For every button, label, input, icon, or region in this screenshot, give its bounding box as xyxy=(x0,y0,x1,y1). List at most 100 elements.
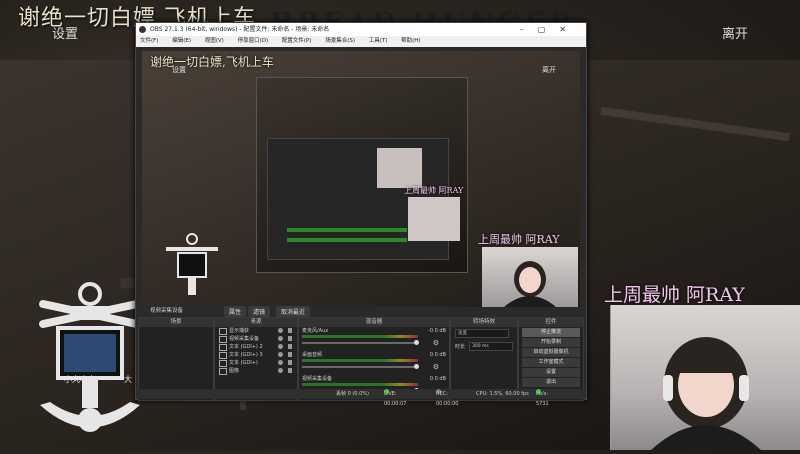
lock-icon[interactable] xyxy=(288,352,292,357)
transition-select[interactable]: 淡变 xyxy=(455,329,509,338)
source-item[interactable]: 文本 (GDI+) 3 xyxy=(215,351,297,359)
menu-docks[interactable]: 停靠窗口(D) xyxy=(238,38,269,44)
floor-grate xyxy=(600,106,790,142)
lock-icon[interactable] xyxy=(288,328,292,333)
mixer-channel-db: 0.0 dB xyxy=(429,352,446,358)
preview-leave-label: 离开 xyxy=(542,66,556,74)
volume-knob[interactable] xyxy=(414,364,419,369)
nested-obs-preview xyxy=(256,77,468,273)
mixer-channel-db: -0.0 dB xyxy=(428,328,446,334)
webcam-caption: 上周最帅 阿RAY xyxy=(604,284,745,306)
source-item-label: 文本 (GDI+) 2 xyxy=(229,344,263,350)
obs-app-icon xyxy=(139,26,146,33)
settings-menu-item[interactable]: 设置 xyxy=(52,23,78,42)
eye-icon[interactable] xyxy=(278,336,283,341)
properties-button[interactable]: 属性 xyxy=(224,306,247,317)
live-time: LIVE: 00:00:07 xyxy=(384,391,407,407)
cpu-status: CPU: 1.5%, 60.00 fps xyxy=(476,391,529,397)
lock-icon[interactable] xyxy=(288,344,292,349)
mixer-channel-name: 麦克风/Aux xyxy=(302,328,329,334)
emblem-tag-secondary: 大 xyxy=(124,375,132,384)
obs-statusbar: 丢帧 0 (0.0%) LIVE: 00:00:07 REC: 00:00:00… xyxy=(136,389,586,407)
image-icon xyxy=(219,368,227,375)
camera-icon xyxy=(219,336,227,343)
studio-mode-button[interactable]: 工作室模式 xyxy=(522,358,580,367)
volume-slider[interactable] xyxy=(302,340,419,345)
current-source-label: 视频采集设备 xyxy=(150,308,184,314)
exit-button[interactable]: 退出 xyxy=(522,378,580,387)
mixer-channel-name: 桌面音频 xyxy=(302,352,323,358)
obs-window[interactable]: OBS 27.1.3 (64-bit, windows) - 配置文件: 未命名… xyxy=(135,22,587,407)
settings-button[interactable]: 设置 xyxy=(522,368,580,377)
menu-view[interactable]: 视图(V) xyxy=(205,38,224,44)
source-item[interactable]: 文本 (GDI+) xyxy=(215,359,297,367)
transitions-dock-header: 转场特效 xyxy=(451,318,517,327)
audio-meter xyxy=(302,359,418,362)
duration-input[interactable]: 300 ms xyxy=(469,342,514,351)
source-item[interactable]: 视频采集设备 xyxy=(215,335,297,343)
menu-profile[interactable]: 配置文件(P) xyxy=(282,38,312,44)
anchor-emblem-icon xyxy=(39,282,141,432)
rec-time: REC: 00:00:00 xyxy=(436,391,459,407)
start-recording-button[interactable]: 开始录制 xyxy=(522,338,580,347)
deactivate-button[interactable]: 取消最近 xyxy=(276,306,311,317)
monitor-icon xyxy=(219,328,227,335)
text-icon xyxy=(219,344,227,351)
duration-label: 时长 xyxy=(455,344,466,350)
preview-anchor-emblem-icon xyxy=(166,233,218,295)
menu-help[interactable]: 帮助(H) xyxy=(401,38,420,44)
source-item-label: 视频采集设备 xyxy=(229,336,260,342)
obs-menubar: 文件(F) 编辑(E) 视图(V) 停靠窗口(D) 配置文件(P) 场景集合(S… xyxy=(136,36,586,47)
menu-scene-collection[interactable]: 场景集合(S) xyxy=(325,38,355,44)
source-item[interactable]: 图像 xyxy=(215,367,297,375)
streamer-image xyxy=(651,337,761,450)
eye-icon[interactable] xyxy=(278,344,283,349)
source-item-label: 显示捕获 xyxy=(229,328,250,334)
start-virtual-camera-button[interactable]: 启动虚拟摄像机 xyxy=(522,348,580,357)
mixer-settings-gear-icon[interactable]: ⚙ xyxy=(433,363,439,371)
menu-file[interactable]: 文件(F) xyxy=(140,38,158,44)
eye-icon[interactable] xyxy=(278,368,283,373)
lock-icon[interactable] xyxy=(288,360,292,365)
obs-preview-canvas[interactable]: 谢绝一切白嫖,飞机上车 设置 离开 上周最帅 阿RAY 上周最帅 阿RAY xyxy=(142,51,580,307)
filters-button[interactable]: 滤镜 xyxy=(248,306,271,317)
preview-webcam-caption: 上周最帅 阿RAY xyxy=(478,233,560,246)
sources-dock-header: 来源 xyxy=(215,318,297,327)
leave-menu-item[interactable]: 离开 xyxy=(722,23,748,42)
eye-icon[interactable] xyxy=(278,360,283,365)
source-item[interactable]: 显示捕获 xyxy=(215,327,297,335)
text-icon xyxy=(219,360,227,367)
transition-type-row: 淡变 xyxy=(451,327,517,340)
mixer-settings-gear-icon[interactable]: ⚙ xyxy=(433,339,439,347)
controls-dock-header: 控件 xyxy=(519,318,583,327)
window-controls[interactable]: –▢✕ xyxy=(520,23,580,36)
preview-overlay-title: 谢绝一切白嫖,飞机上车 xyxy=(150,55,274,69)
audio-meter xyxy=(302,335,418,338)
source-item-label: 图像 xyxy=(229,368,240,374)
stop-streaming-button[interactable]: 停止推流 xyxy=(522,328,580,337)
mixer-channel: 麦克风/Aux -0.0 dB ⚙ xyxy=(299,327,449,351)
eye-icon[interactable] xyxy=(278,328,283,333)
emblem-tag: 小丸小丸 xyxy=(64,375,96,384)
mixer-channel-db: 0.0 dB xyxy=(429,376,446,382)
transition-duration-row: 时长 300 ms xyxy=(451,340,517,353)
source-item[interactable]: 文本 (GDI+) 2 xyxy=(215,343,297,351)
menu-tools[interactable]: 工具(T) xyxy=(369,38,388,44)
eye-icon[interactable] xyxy=(278,352,283,357)
source-item-label: 文本 (GDI+) 3 xyxy=(229,352,263,358)
mixer-channel-name: 视频采集设备 xyxy=(302,376,333,382)
dropped-frames-status: 丢帧 0 (0.0%) xyxy=(336,391,369,397)
webcam-feed xyxy=(610,305,800,450)
volume-knob[interactable] xyxy=(414,340,419,345)
bitrate-value: kb/s: 5731 xyxy=(536,391,549,407)
volume-slider[interactable] xyxy=(302,364,419,369)
source-item-label: 文本 (GDI+) xyxy=(229,360,258,366)
preview-webcam xyxy=(482,247,578,307)
menu-edit[interactable]: 编辑(E) xyxy=(172,38,191,44)
lock-icon[interactable] xyxy=(288,336,292,341)
lock-icon[interactable] xyxy=(288,368,292,373)
mixer-channel: 桌面音频 0.0 dB ⚙ xyxy=(299,351,449,375)
scenes-dock-header: 场景 xyxy=(139,318,213,327)
audio-meter xyxy=(302,383,418,386)
obs-titlebar[interactable]: OBS 27.1.3 (64-bit, windows) - 配置文件: 未命名… xyxy=(136,23,586,36)
